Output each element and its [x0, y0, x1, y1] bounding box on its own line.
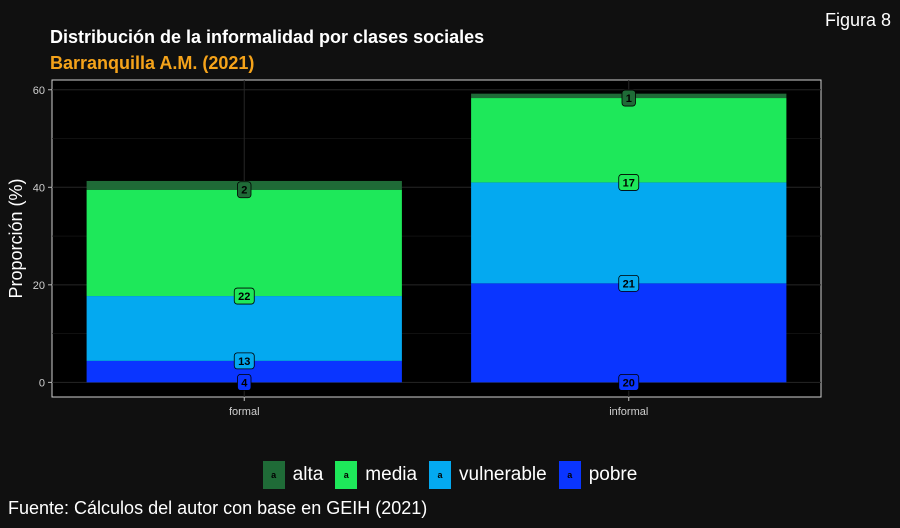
legend-key-media: a: [335, 461, 358, 489]
y-tick-label: 60: [33, 85, 45, 97]
legend-label: pobre: [588, 464, 638, 485]
data-label: 1: [626, 93, 632, 105]
bar-segment-pobre-informal: [471, 283, 787, 383]
y-tick-label: 0: [39, 377, 45, 389]
y-tick-label: 20: [33, 280, 45, 292]
data-label: 17: [623, 177, 635, 189]
data-label: 21: [623, 278, 635, 290]
data-label: 22: [238, 291, 250, 303]
bar-segment-vulnerable-formal: [86, 296, 402, 361]
data-label: 2: [241, 185, 247, 197]
x-tick-label: informal: [609, 406, 648, 418]
legend-key-pobre: a: [558, 461, 581, 489]
bar-segment-media-formal: [86, 189, 402, 297]
legend-key-vulnerable: a: [429, 461, 452, 489]
data-label: 4: [241, 377, 248, 389]
legend-item-media: a media: [335, 461, 417, 489]
legend-label: vulnerable: [459, 464, 547, 485]
stacked-bar-chart: 02040604 201321221721formal informalPropor…: [6, 79, 822, 418]
data-label: 13: [238, 356, 250, 368]
legend-item-vulnerable: a vulnerable: [429, 461, 547, 489]
source-note: Fuente: Cálculos del autor con base en G…: [8, 498, 428, 518]
bar-segment-media-informal: [471, 98, 787, 183]
legend-label: media: [365, 464, 418, 485]
legend-item-pobre: a pobre: [558, 461, 638, 489]
legend-label: alta: [292, 464, 324, 485]
legend-key-alta: a: [262, 461, 285, 489]
legend: a alta a media a vulnerable a pobre: [0, 461, 900, 489]
legend-item-alta: a alta: [262, 461, 324, 489]
y-tick-label: 40: [33, 182, 45, 194]
data-label: 20: [623, 377, 635, 389]
x-tick-label: formal: [229, 406, 260, 418]
y-axis-title: Proporción (%): [6, 178, 26, 298]
bar-segment-vulnerable-informal: [471, 182, 787, 284]
